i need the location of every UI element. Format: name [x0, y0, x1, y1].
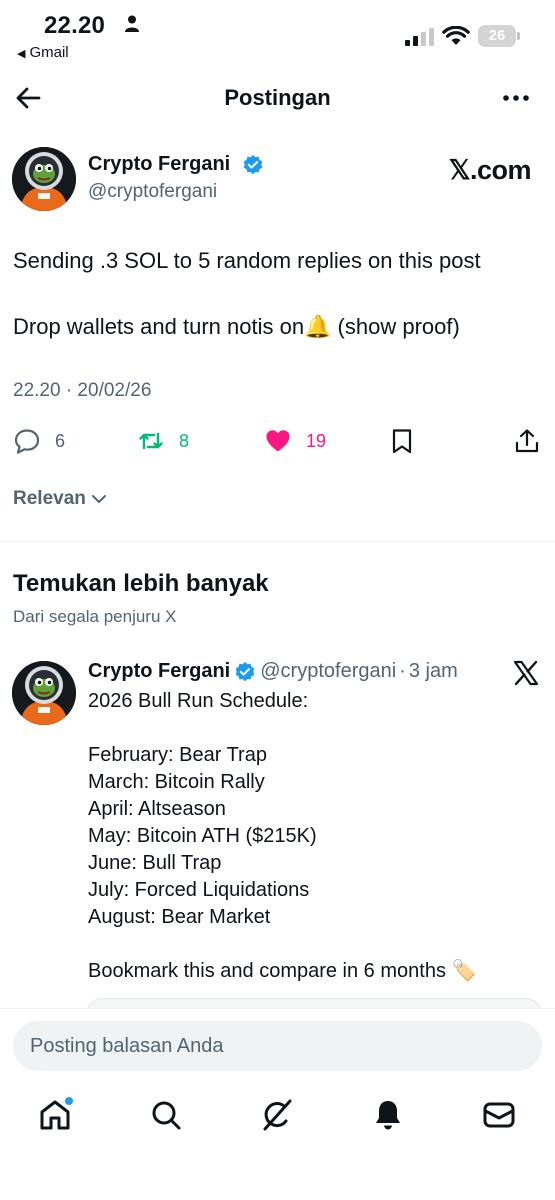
feed-author-name[interactable]: Crypto Fergani [88, 660, 230, 683]
reply-input[interactable]: Posting balasan Anda [13, 1021, 542, 1071]
back-triangle-icon: ◀ [17, 48, 26, 60]
post-text-line: Sending .3 SOL to 5 random replies on th… [13, 248, 481, 273]
verified-badge-icon [243, 155, 263, 175]
repost-button[interactable]: 8 [137, 425, 189, 457]
like-button[interactable]: 19 [264, 425, 326, 457]
mail-icon [483, 1102, 515, 1128]
reply-bubble-icon [14, 429, 40, 454]
x-com-logo: 𝕏.com [448, 155, 532, 185]
bookmark-icon [392, 429, 412, 454]
verified-badge-icon [235, 661, 255, 681]
back-to-app-link[interactable]: ◀ Gmail [17, 44, 69, 61]
discover-section-title: Temukan lebih banyak [13, 570, 269, 597]
top-bar: Postingan [0, 72, 555, 126]
repost-icon [139, 432, 163, 450]
feed-post-line: July: Forced Liquidations [88, 879, 310, 901]
grok-icon [263, 1099, 292, 1131]
status-bar: 22.20 ◀ Gmail 26 [0, 0, 555, 72]
wifi-icon [442, 26, 470, 45]
x-logo-icon [513, 660, 539, 686]
search-icon [152, 1101, 181, 1130]
page-title: Postingan [224, 85, 331, 110]
notification-dot [65, 1097, 73, 1105]
reply-button[interactable]: 6 [13, 425, 65, 457]
sort-replies-dropdown[interactable]: Relevan [13, 488, 108, 510]
cellular-signal-icon [405, 28, 434, 46]
bookmark-button[interactable] [388, 425, 416, 457]
feed-post-line: August: Bear Market [88, 906, 271, 928]
feed-post-line: April: Altseason [88, 798, 226, 820]
heart-filled-icon [266, 430, 290, 452]
person-icon [125, 15, 139, 32]
feed-post-line: February: Bear Trap [88, 744, 267, 766]
like-count: 19 [306, 430, 327, 451]
battery-indicator: 26 [478, 25, 520, 47]
feed-post-line: March: Bitcoin Rally [88, 771, 265, 793]
post-author-handle[interactable]: @cryptofergani [88, 181, 217, 203]
chevron-down-icon [91, 495, 106, 503]
reply-count: 6 [55, 430, 66, 451]
share-button[interactable] [513, 425, 541, 457]
share-icon [515, 429, 539, 453]
section-divider [0, 541, 555, 542]
feed-post-line: Bookmark this and compare in 6 months 🏷️ [88, 960, 477, 982]
feed-author-handle[interactable]: @cryptofergani [260, 660, 396, 683]
nav-messages[interactable] [481, 1097, 517, 1133]
sort-label: Relevan [13, 488, 86, 509]
nav-grok[interactable] [259, 1097, 295, 1133]
discover-section-subtitle: Dari segala penjuru X [13, 607, 177, 626]
feed-post-line: May: Bitcoin ATH ($215K) [88, 825, 317, 847]
avatar[interactable] [12, 661, 76, 725]
back-app-label: Gmail [29, 44, 69, 61]
astronaut-frog-avatar-image [12, 661, 76, 725]
status-time: 22.20 [44, 12, 106, 39]
separator-dot: · [399, 660, 406, 682]
nav-notifications[interactable] [370, 1097, 406, 1133]
nav-search[interactable] [148, 1097, 184, 1133]
astronaut-frog-avatar-image [12, 147, 76, 211]
repost-count: 8 [179, 430, 190, 451]
feed-post-line: June: Bull Trap [88, 852, 222, 874]
post-timestamp: 22.20 · 20/02/26 [13, 380, 152, 401]
feed-post-header[interactable]: Crypto Fergani @cryptofergani · 3 jam [88, 660, 458, 683]
post-text-line: Drop wallets and turn notis on🔔 (show pr… [13, 314, 460, 339]
post-author-name[interactable]: Crypto Fergani [88, 153, 230, 176]
bell-icon [376, 1101, 400, 1130]
more-horizontal-icon[interactable] [501, 86, 531, 110]
avatar[interactable] [12, 147, 76, 211]
feed-post-time: 3 jam [408, 660, 458, 682]
feed-post-line: 2026 Bull Run Schedule: [88, 690, 309, 712]
nav-home[interactable] [37, 1097, 73, 1133]
